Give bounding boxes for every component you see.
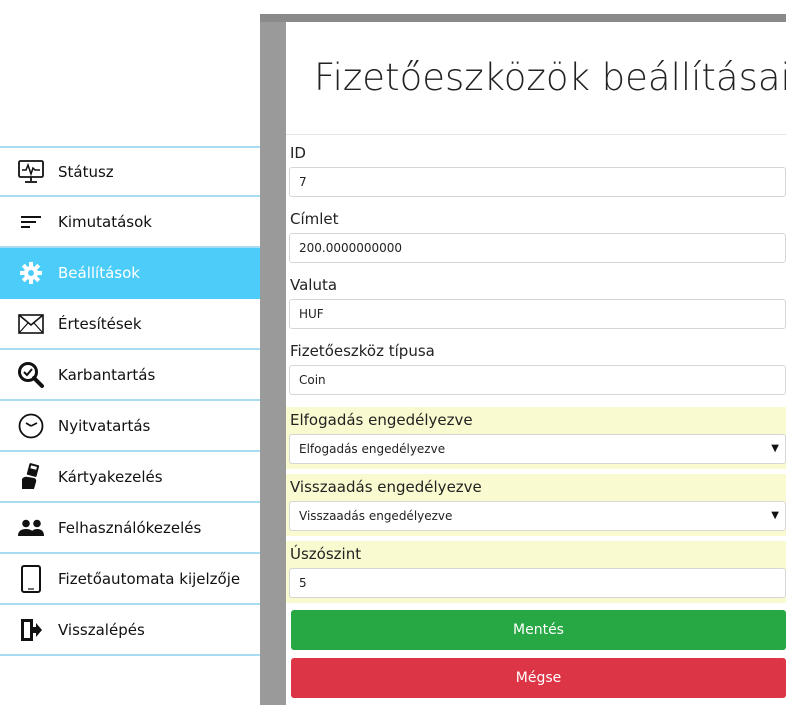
id-field-group: ID 7 <box>286 142 786 200</box>
cancel-button[interactable]: Mégse <box>291 658 786 698</box>
denomination-input[interactable]: 200.0000000000 <box>289 233 786 263</box>
list-lines-icon <box>16 207 46 237</box>
dropdown-arrow-icon: ▼ <box>771 443 779 454</box>
dropdown-arrow-icon: ▼ <box>771 510 779 521</box>
sidebar-item-settings[interactable]: Beállítások <box>0 248 260 299</box>
tablet-icon <box>16 564 46 594</box>
sidebar-item-maintenance[interactable]: Karbantartás <box>0 350 260 401</box>
accept-select-value: Elfogadás engedélyezve <box>299 442 446 456</box>
sidebar-item-label: Beállítások <box>58 263 140 282</box>
users-icon <box>16 513 46 543</box>
monitor-pulse-icon <box>16 157 46 187</box>
sidebar-item-label: Nyitvatartás <box>58 416 151 435</box>
page-title: Fizetőeszközök beállításai <box>314 56 786 99</box>
denomination-label: Címlet <box>290 210 339 228</box>
accept-select[interactable]: Elfogadás engedélyezve ▼ <box>289 434 786 464</box>
type-field-group: Fizetőeszköz típusa Coin <box>286 340 786 398</box>
sidebar-item-status[interactable]: Státusz <box>0 146 260 197</box>
settings-panel: Fizetőeszközök beállításai ID 7 Címlet 2… <box>286 22 786 705</box>
id-input[interactable]: 7 <box>289 167 786 197</box>
sidebar-item-kiosk-display[interactable]: Fizetőautomata kijelzője <box>0 554 260 605</box>
panel-shadow-top <box>260 14 786 22</box>
sidebar-item-user-management[interactable]: Felhasználókezelés <box>0 503 260 554</box>
sidebar-item-label: Visszalépés <box>58 620 145 639</box>
sidebar-item-notifications[interactable]: Értesítések <box>0 299 260 350</box>
return-field-group: Visszaadás engedélyezve Visszaadás enged… <box>286 474 786 536</box>
sidebar: Státusz Kimutatások Beállítások Értesíté… <box>0 146 260 656</box>
sidebar-item-label: Értesítések <box>58 314 142 333</box>
denomination-field-group: Címlet 200.0000000000 <box>286 208 786 266</box>
return-label: Visszaadás engedélyezve <box>290 478 482 496</box>
sidebar-item-label: Fizetőautomata kijelzője <box>58 569 241 588</box>
sidebar-item-reports[interactable]: Kimutatások <box>0 197 260 248</box>
return-select-value: Visszaadás engedélyezve <box>299 509 453 523</box>
accept-field-group: Elfogadás engedélyezve Elfogadás engedél… <box>286 407 786 469</box>
save-button[interactable]: Mentés <box>291 610 786 650</box>
type-label: Fizetőeszköz típusa <box>290 342 435 360</box>
sidebar-item-label: Felhasználókezelés <box>58 518 202 537</box>
currency-field-group: Valuta HUF <box>286 274 786 332</box>
currency-input[interactable]: HUF <box>289 299 786 329</box>
sidebar-item-label: Kimutatások <box>58 212 152 231</box>
envelope-icon <box>16 309 46 339</box>
card-hand-icon <box>16 462 46 492</box>
exit-door-icon <box>16 615 46 645</box>
panel-shadow <box>260 14 286 705</box>
sidebar-item-logout[interactable]: Visszalépés <box>0 605 260 656</box>
float-field-group: Úszószint 5 <box>286 541 786 603</box>
sidebar-item-label: Karbantartás <box>58 365 156 384</box>
divider <box>286 134 786 135</box>
return-select[interactable]: Visszaadás engedélyezve ▼ <box>289 501 786 531</box>
sidebar-item-card-management[interactable]: Kártyakezelés <box>0 452 260 503</box>
float-input[interactable]: 5 <box>289 568 786 598</box>
magnifier-check-icon <box>16 360 46 390</box>
clock-icon <box>16 411 46 441</box>
type-input[interactable]: Coin <box>289 365 786 395</box>
id-label: ID <box>290 144 306 162</box>
sidebar-item-opening-hours[interactable]: Nyitvatartás <box>0 401 260 452</box>
sidebar-item-label: Státusz <box>58 162 114 181</box>
gear-icon <box>16 258 46 288</box>
float-label: Úszószint <box>290 545 362 563</box>
sidebar-item-label: Kártyakezelés <box>58 467 163 486</box>
accept-label: Elfogadás engedélyezve <box>290 411 473 429</box>
currency-label: Valuta <box>290 276 338 294</box>
